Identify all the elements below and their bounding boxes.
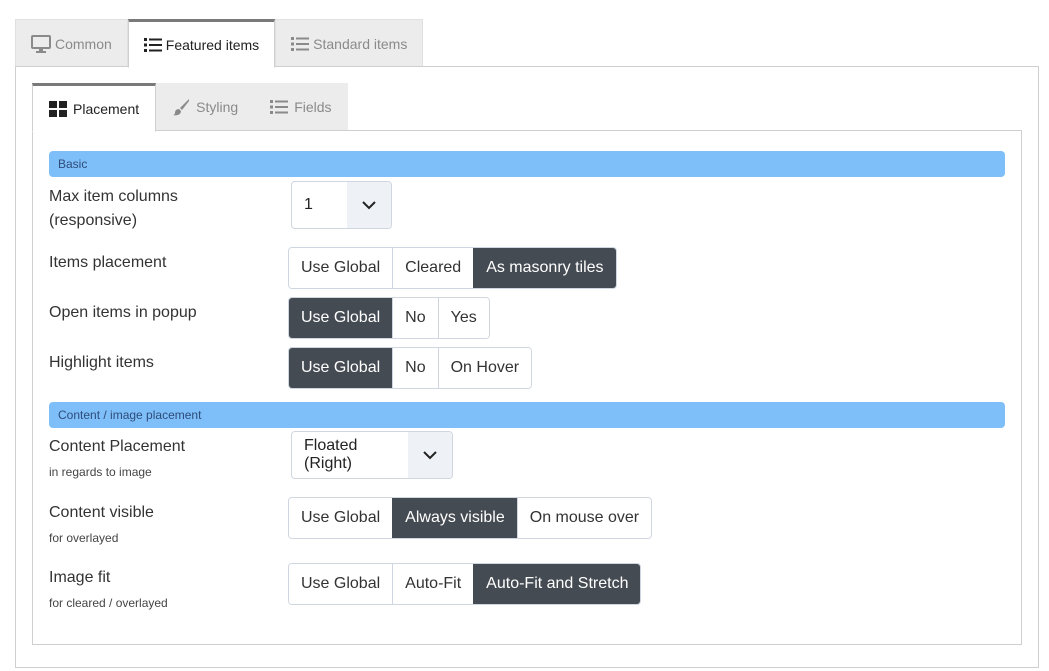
max-columns-label: Max item columns: [49, 188, 178, 205]
tab-placement[interactable]: Placement: [32, 83, 157, 132]
image-fit-label: Image fit: [49, 569, 111, 586]
tab-standard-items[interactable]: Standard items: [275, 19, 424, 67]
monitor-icon: [31, 34, 51, 53]
items-placement-masonry[interactable]: As masonry tiles: [473, 248, 616, 288]
items-placement-group: Use Global Cleared As masonry tiles: [288, 247, 617, 289]
list-icon: [143, 37, 162, 53]
image-fit-auto-fit-stretch[interactable]: Auto-Fit and Stretch: [473, 564, 641, 604]
tab-label: Featured items: [165, 36, 260, 53]
open-popup-use-global[interactable]: Use Global: [289, 298, 393, 338]
items-placement-label: Items placement: [49, 254, 167, 271]
content-placement-sub: in regards to image: [49, 465, 152, 479]
list-icon: [291, 36, 310, 52]
open-popup-no[interactable]: No: [392, 298, 438, 338]
highlight-use-global[interactable]: Use Global: [289, 348, 393, 388]
select-value: 1: [304, 196, 313, 213]
highlight-label: Highlight items: [49, 354, 154, 371]
highlight-no[interactable]: No: [392, 348, 438, 388]
open-popup-label: Open items in popup: [49, 304, 197, 321]
content-placement-select[interactable]: Floated (Right): [291, 431, 453, 479]
content-visible-use-global[interactable]: Use Global: [289, 498, 393, 538]
tab-featured-items[interactable]: Featured items: [127, 19, 276, 68]
select-value: Floated (Right): [304, 437, 358, 472]
max-columns-label-sub: (responsive): [49, 212, 138, 229]
outer-tab-bar: Common Featured items Standard items: [15, 19, 424, 68]
tab-common[interactable]: Common: [15, 19, 128, 67]
items-placement-cleared[interactable]: Cleared: [392, 248, 474, 288]
list-icon: [270, 99, 289, 115]
content-visible-mouse-over[interactable]: On mouse over: [516, 498, 652, 538]
content-visible-sub: for overlayed: [49, 531, 119, 545]
chevron-down-icon: [347, 182, 391, 228]
max-columns-select[interactable]: 1: [291, 181, 392, 229]
tab-label: Placement: [73, 100, 140, 117]
brush-icon: [172, 98, 190, 116]
open-popup-group: Use Global No Yes: [288, 297, 490, 339]
content-visible-always[interactable]: Always visible: [392, 498, 517, 538]
content-placement-label: Content Placement: [49, 438, 186, 455]
highlight-group: Use Global No On Hover: [288, 347, 533, 389]
items-placement-use-global[interactable]: Use Global: [289, 248, 393, 288]
image-fit-auto-fit[interactable]: Auto-Fit: [392, 564, 474, 604]
image-fit-sub: for cleared / overlayed: [49, 596, 168, 610]
content-visible-label: Content visible: [49, 504, 154, 521]
tab-label: Styling: [196, 99, 239, 115]
content-visible-group: Use Global Always visible On mouse over: [288, 497, 653, 539]
tab-fields[interactable]: Fields: [254, 83, 347, 131]
highlight-on-hover[interactable]: On Hover: [437, 348, 532, 388]
tab-label: Fields: [294, 99, 332, 115]
inner-tab-bar: Placement Styling Fields: [32, 83, 348, 132]
section-header-content: Content / image placement: [49, 402, 1005, 428]
open-popup-yes[interactable]: Yes: [437, 298, 489, 338]
image-fit-group: Use Global Auto-Fit Auto-Fit and Stretch: [288, 563, 642, 605]
grid-icon: [49, 100, 67, 117]
chevron-down-icon: [408, 432, 452, 478]
tab-styling[interactable]: Styling: [156, 83, 254, 131]
section-header-basic: Basic: [49, 151, 1005, 177]
tab-label: Common: [55, 35, 112, 52]
tab-label: Standard items: [313, 35, 408, 52]
image-fit-use-global[interactable]: Use Global: [289, 564, 393, 604]
